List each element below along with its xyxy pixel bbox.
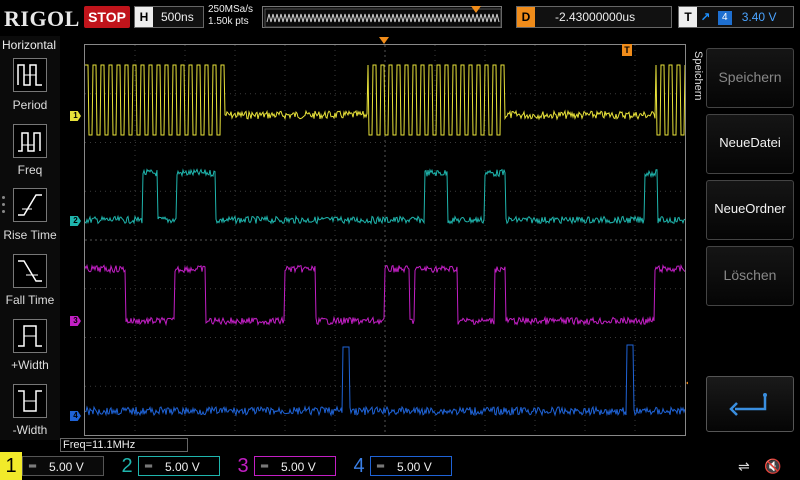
run-stop-indicator[interactable]: STOP xyxy=(84,6,130,28)
freq-label: Freq xyxy=(17,163,43,177)
ch2-trace xyxy=(85,168,685,226)
negative-width-icon xyxy=(18,390,42,412)
timebase-box[interactable]: H 500ns xyxy=(134,6,204,28)
ch4-info: ═ 5.00 V xyxy=(370,456,452,476)
rise-time-label: Rise Time xyxy=(3,228,57,242)
dc-coupling-icon: ═ xyxy=(29,461,37,472)
speaker-mute-icon[interactable]: 🔇 xyxy=(764,458,781,475)
ch3-number: 3 xyxy=(237,455,249,477)
ch4-tab[interactable]: 4 ═ 5.00 V xyxy=(348,452,458,480)
memory-overview-strip[interactable] xyxy=(262,6,502,28)
delay-value: -2.43000000us xyxy=(555,10,636,24)
new-folder-button[interactable]: NeueOrdner xyxy=(706,180,794,240)
timebase-tag: H xyxy=(135,7,153,27)
positive-width-button[interactable] xyxy=(13,319,47,353)
ch1-info: ═ 5.00 V xyxy=(22,456,104,476)
ch3-scale: 5.00 V xyxy=(281,460,316,474)
positive-width-icon xyxy=(18,325,42,347)
new-file-label: NeueDatei xyxy=(719,135,781,150)
ch2-info: ═ 5.00 V xyxy=(138,456,220,476)
ch1-tab[interactable]: 1 ═ 5.00 V xyxy=(0,452,110,480)
ch1-offset-marker[interactable]: 1 xyxy=(70,111,81,121)
memory-trigger-marker xyxy=(471,6,481,13)
ch4-offset-marker[interactable]: 4 xyxy=(70,411,81,421)
ch1-scale: 5.00 V xyxy=(49,460,84,474)
memory-waveform-preview xyxy=(264,8,502,28)
horizontal-measure-panel: Horizontal Period Freq Rise Time Fall Ti… xyxy=(0,36,60,440)
period-label: Period xyxy=(12,98,48,112)
memory-depth: 1.50k pts xyxy=(208,16,249,27)
ch2-scale: 5.00 V xyxy=(165,460,200,474)
negative-width-label: -Width xyxy=(12,423,48,437)
waveform-traces xyxy=(85,64,685,417)
return-arrow-icon xyxy=(729,393,767,416)
freq-button[interactable] xyxy=(13,124,47,158)
fall-time-button[interactable] xyxy=(13,254,47,288)
trigger-t-marker: T xyxy=(622,44,632,56)
new-folder-label: NeueOrdner xyxy=(714,201,786,216)
waveform-display[interactable] xyxy=(84,44,686,436)
ch3-info: ═ 5.00 V xyxy=(254,456,336,476)
dc-coupling-icon: ═ xyxy=(145,461,153,472)
trigger-level: 3.40 V xyxy=(741,10,777,24)
ch3-tab[interactable]: 3 ═ 5.00 V xyxy=(232,452,342,480)
trigger-source-badge: 4 xyxy=(717,10,732,25)
trigger-box[interactable]: T ↗ 4 3.40 V xyxy=(678,6,794,28)
ch3-trace xyxy=(85,263,685,327)
fall-time-label: Fall Time xyxy=(5,293,55,307)
ch4-scale: 5.00 V xyxy=(397,460,432,474)
positive-width-label: +Width xyxy=(11,358,49,372)
new-file-button[interactable]: NeueDatei xyxy=(706,114,794,174)
dc-coupling-icon: ═ xyxy=(261,461,269,472)
brand-logo: RIGOL xyxy=(4,6,80,31)
back-button[interactable] xyxy=(706,376,794,432)
panel-title: Horizontal xyxy=(2,38,57,52)
delete-label: Löschen xyxy=(723,267,777,283)
ch2-number: 2 xyxy=(121,455,133,477)
rise-time-icon xyxy=(18,194,42,216)
ch1-trace xyxy=(85,64,685,136)
ch2-tab[interactable]: 2 ═ 5.00 V xyxy=(116,452,226,480)
channel-status-bar: 1 ═ 5.00 V 2 ═ 5.00 V 3 ═ 5.00 V 4 ═ 5.00 V … xyxy=(0,452,800,480)
ch4-number: 4 xyxy=(353,455,365,477)
acquisition-info: 250MSa/s 1.50k pts xyxy=(208,4,253,28)
save-label: Speichern xyxy=(718,69,782,85)
measurement-readout: Freq=11.1MHz xyxy=(60,438,188,452)
ch4-trace xyxy=(85,344,685,417)
delay-tag: D xyxy=(517,7,535,27)
menu-title: Speichern xyxy=(692,51,704,101)
rising-edge-icon: ↗ xyxy=(700,10,711,24)
timebase-value: 500ns xyxy=(161,10,194,24)
ch3-offset-marker[interactable]: 3 xyxy=(70,316,81,326)
period-button[interactable] xyxy=(13,58,47,92)
period-icon xyxy=(17,64,42,86)
rise-time-button[interactable] xyxy=(13,188,47,222)
delay-box[interactable]: D -2.43000000us xyxy=(516,6,672,28)
ch1-number: 1 xyxy=(0,452,22,480)
save-button[interactable]: Speichern xyxy=(706,48,794,108)
fall-time-icon xyxy=(18,260,42,282)
top-status-bar: RIGOL STOP H 500ns 250MSa/s 1.50k pts D -2… xyxy=(0,0,800,36)
trigger-tag: T xyxy=(679,7,697,27)
negative-width-button[interactable] xyxy=(13,384,47,418)
freq-icon xyxy=(18,132,41,152)
delete-button[interactable]: Löschen xyxy=(706,246,794,306)
trigger-position-marker xyxy=(379,37,389,44)
sample-rate: 250MSa/s xyxy=(208,4,254,15)
dc-coupling-icon: ═ xyxy=(377,461,385,472)
ch2-offset-marker[interactable]: 2 xyxy=(70,216,81,226)
page-indicator-dots xyxy=(2,196,6,217)
usb-icon: ⇌ xyxy=(738,458,750,474)
